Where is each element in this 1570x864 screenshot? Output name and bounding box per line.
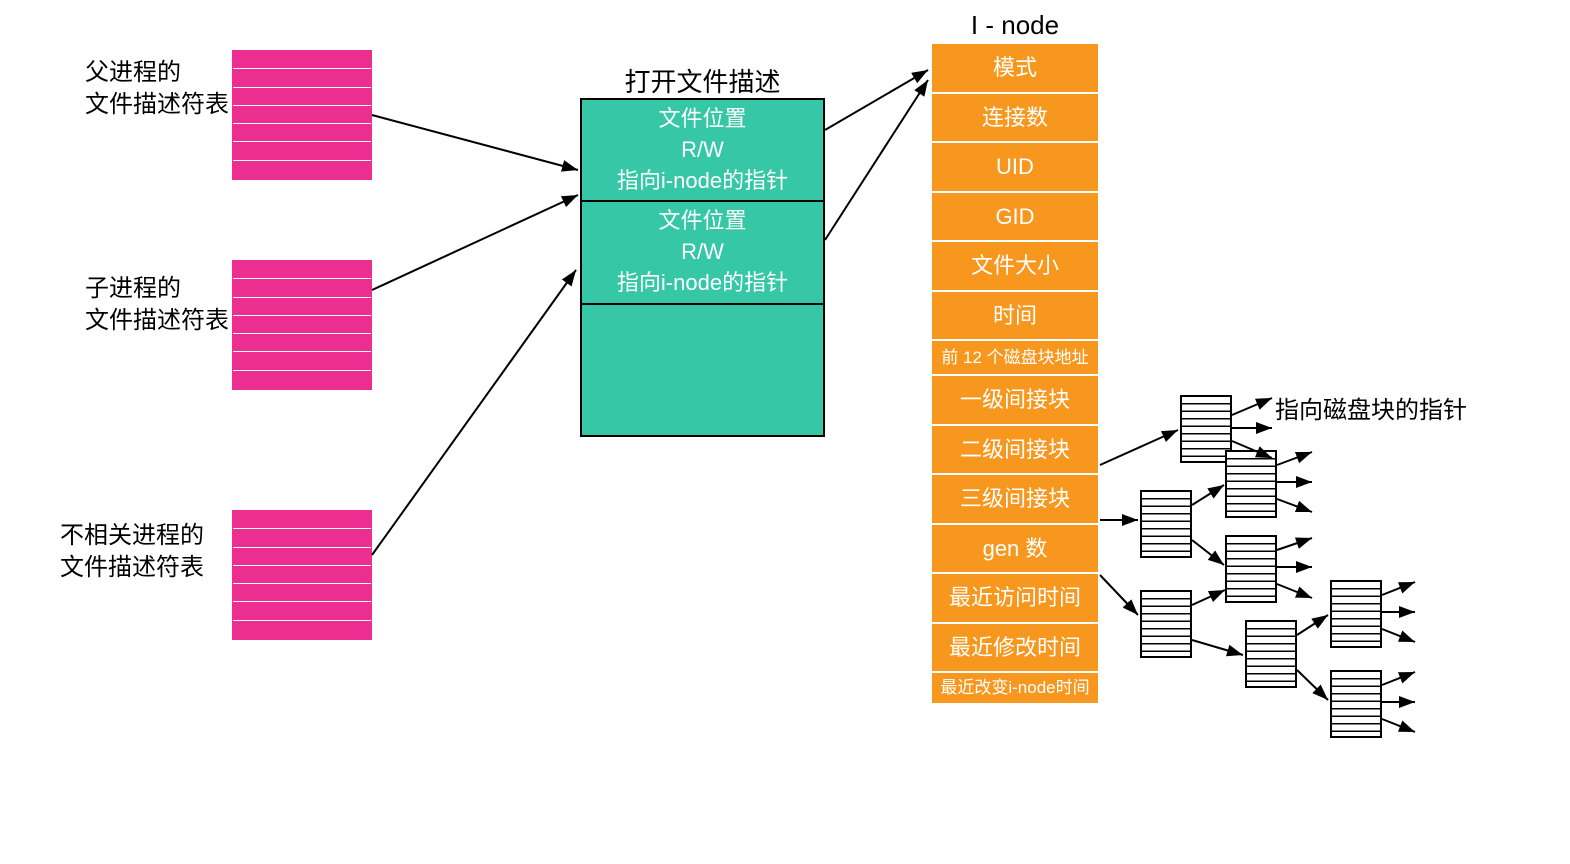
inode-cell-gen: gen 数 [932, 525, 1098, 575]
fd-table-child [232, 260, 372, 390]
inode-cell-time: 时间 [932, 292, 1098, 342]
ofd-entry-2: 文件位置 R/W 指向i-node的指针 [582, 202, 823, 304]
disk-block-2-indirect-b2 [1225, 535, 1277, 603]
fd-table-parent [232, 50, 372, 180]
disk-block-3-indirect-b [1245, 620, 1297, 688]
inode-cell-ctime: 最近改变i-node时间 [932, 673, 1098, 702]
disk-block-2-indirect-a [1140, 490, 1192, 558]
disk-block-3-indirect-c2 [1330, 670, 1382, 738]
arrow-single-indirect [1100, 430, 1178, 465]
inode-title: I - node [930, 10, 1100, 41]
fd-table-child-label: 子进程的 文件描述符表 [85, 273, 229, 338]
inode-cell-gid: GID [932, 193, 1098, 243]
arrow-triple-indirect [1100, 575, 1138, 615]
inode-cell-mtime: 最近修改时间 [932, 624, 1098, 674]
arrow-parent-to-ofd [372, 115, 578, 170]
inode-cell-uid: UID [932, 143, 1098, 193]
disk-block-3-indirect-c1 [1330, 580, 1382, 648]
pointer-label: 指向磁盘块的指针 [1275, 390, 1467, 425]
ofd-entry-1: 文件位置 R/W 指向i-node的指针 [582, 100, 823, 202]
inode-cell-double-indirect: 二级间接块 [932, 426, 1098, 476]
open-file-description-table: 文件位置 R/W 指向i-node的指针 文件位置 R/W 指向i-node的指… [580, 98, 825, 437]
arrow-ofd1-to-inode [825, 70, 928, 130]
arrow-unrelated-to-ofd [372, 270, 576, 555]
inode-cell-size: 文件大小 [932, 242, 1098, 292]
inode-cell-triple-indirect: 三级间接块 [932, 475, 1098, 525]
inode-cell-links: 连接数 [932, 94, 1098, 144]
disk-block-2-indirect-b1 [1225, 450, 1277, 518]
fd-table-parent-label: 父进程的 文件描述符表 [85, 57, 229, 122]
arrow-child-to-ofd [372, 195, 578, 290]
inode-table: 模式 连接数 UID GID 文件大小 时间 前 12 个磁盘块地址 一级间接块… [930, 42, 1100, 705]
ofd-title: 打开文件描述 [580, 62, 825, 99]
arrow-ofd2-to-inode [825, 80, 928, 240]
ofd-entry-empty [582, 305, 823, 435]
inode-cell-direct-blocks: 前 12 个磁盘块地址 [932, 341, 1098, 376]
inode-cell-mode: 模式 [932, 44, 1098, 94]
inode-cell-atime: 最近访问时间 [932, 574, 1098, 624]
disk-block-3-indirect-a [1140, 590, 1192, 658]
fd-table-unrelated [232, 510, 372, 640]
fd-table-unrelated-label: 不相关进程的 文件描述符表 [60, 520, 204, 585]
inode-cell-single-indirect: 一级间接块 [932, 376, 1098, 426]
